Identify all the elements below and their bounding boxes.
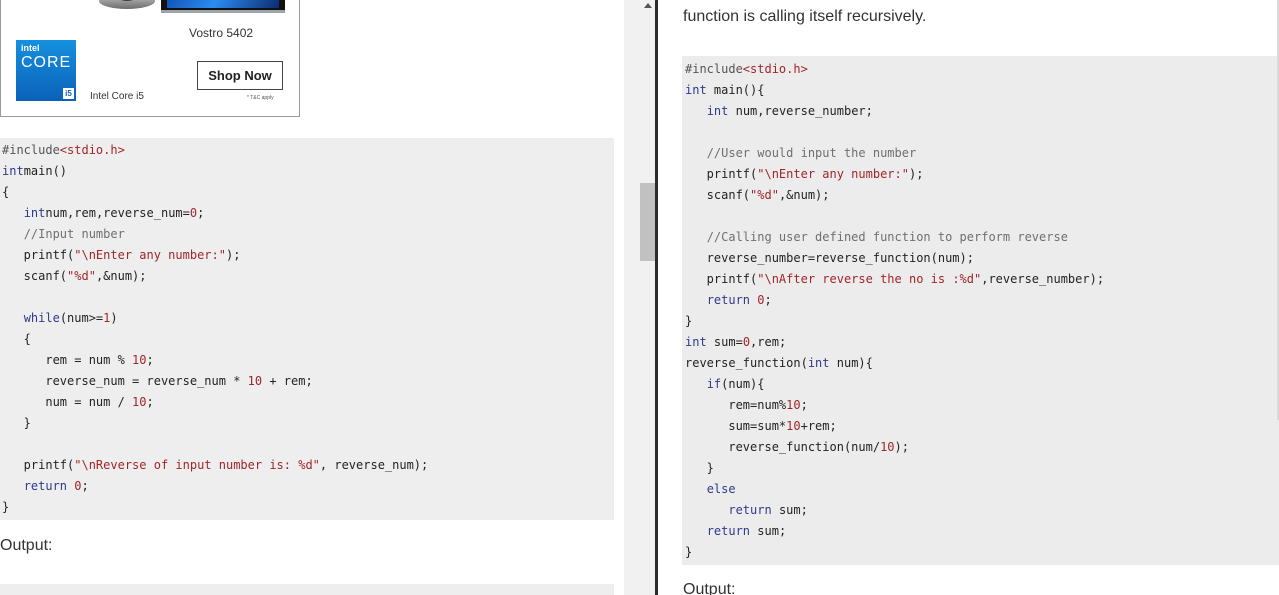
code-line: } <box>685 461 714 475</box>
code-line: scanf("%d",&num); <box>685 188 830 202</box>
right-article-pane: function is calling itself recursively. … <box>670 0 1279 595</box>
scroll-thumb[interactable] <box>640 183 655 261</box>
code-line: printf("\nEnter any number:"); <box>685 167 924 181</box>
left-code-block: #include<stdio.h> intmain() { intnum,rem,r… <box>0 138 614 520</box>
code-line: intmain() <box>2 164 68 178</box>
code-line: //Input number <box>23 227 125 241</box>
right-code-block: #include<stdio.h> int main(){ int num,rev… <box>682 56 1279 565</box>
code-line: printf("\nReverse of input number is: %d… <box>2 458 429 472</box>
code-line: printf("\nAfter reverse the no is :%d",r… <box>685 272 1105 286</box>
code-line: sum=sum*10+rem; <box>685 419 837 433</box>
code-line: return 0; <box>23 479 89 493</box>
code-line: else <box>706 482 736 496</box>
code-line: reverse_function(num/10); <box>685 440 909 454</box>
code-line: int main(){ <box>685 83 765 97</box>
code-line: } <box>685 545 693 559</box>
shop-now-button[interactable]: Shop Now <box>197 61 283 90</box>
code-line: } <box>2 416 31 430</box>
article-intro-text: function is calling itself recursively. <box>683 8 927 25</box>
code-line: rem = num % 10; <box>2 353 154 367</box>
code-line: if(num){ <box>706 377 765 391</box>
ad-chip-label: Intel Core i5 <box>90 91 144 102</box>
code-line: { <box>2 332 31 346</box>
left-output-block <box>0 584 614 595</box>
code-line: reverse_number=reverse_function(num); <box>685 251 974 265</box>
arrow-up-icon[interactable] <box>640 0 655 13</box>
code-line: #include<stdio.h> <box>2 143 125 157</box>
code-line: scanf("%d",&num); <box>2 269 147 283</box>
page-scrollbar[interactable] <box>624 0 655 595</box>
ad-terms: * T&C apply <box>247 95 274 101</box>
laptop-image <box>161 0 285 13</box>
code-line: int sum=0,rem; <box>685 335 787 349</box>
scroll-track[interactable] <box>640 0 655 595</box>
code-line: return sum; <box>728 503 808 517</box>
code-line: reverse_num = reverse_num * 10 + rem; <box>2 374 313 388</box>
code-line: #include<stdio.h> <box>685 62 808 76</box>
code-line: reverse_function(int num){ <box>685 356 873 370</box>
code-line: { <box>2 185 10 199</box>
right-output-heading: Output: <box>683 581 736 595</box>
ad-model-name: Vostro 5402 <box>189 26 254 40</box>
left-output-heading: Output: <box>0 537 53 554</box>
left-article-pane: Vostro 5402 intel CORE i5 Intel Core i5 … <box>0 0 624 595</box>
advertisement-banner[interactable]: Vostro 5402 intel CORE i5 Intel Core i5 … <box>0 0 300 117</box>
code-line: } <box>685 314 693 328</box>
speaker-image <box>99 0 155 9</box>
code-line: rem=num%10; <box>685 398 808 412</box>
code-line: intnum,rem,reverse_num=0; <box>23 206 205 220</box>
code-line: //User would input the number <box>706 146 917 160</box>
code-line: while(num>=1) <box>23 311 118 325</box>
code-line: //Calling user defined function to perfo… <box>706 230 1068 244</box>
code-line: num = num / 10; <box>2 395 154 409</box>
code-line: return 0; <box>706 293 772 307</box>
intel-logo: intel CORE i5 <box>16 40 76 101</box>
divider-gap <box>658 0 670 595</box>
code-line: printf("\nEnter any number:"); <box>2 248 241 262</box>
code-line: int num,reverse_number; <box>706 104 873 118</box>
code-line: } <box>2 500 10 514</box>
code-line: return sum; <box>706 524 787 538</box>
